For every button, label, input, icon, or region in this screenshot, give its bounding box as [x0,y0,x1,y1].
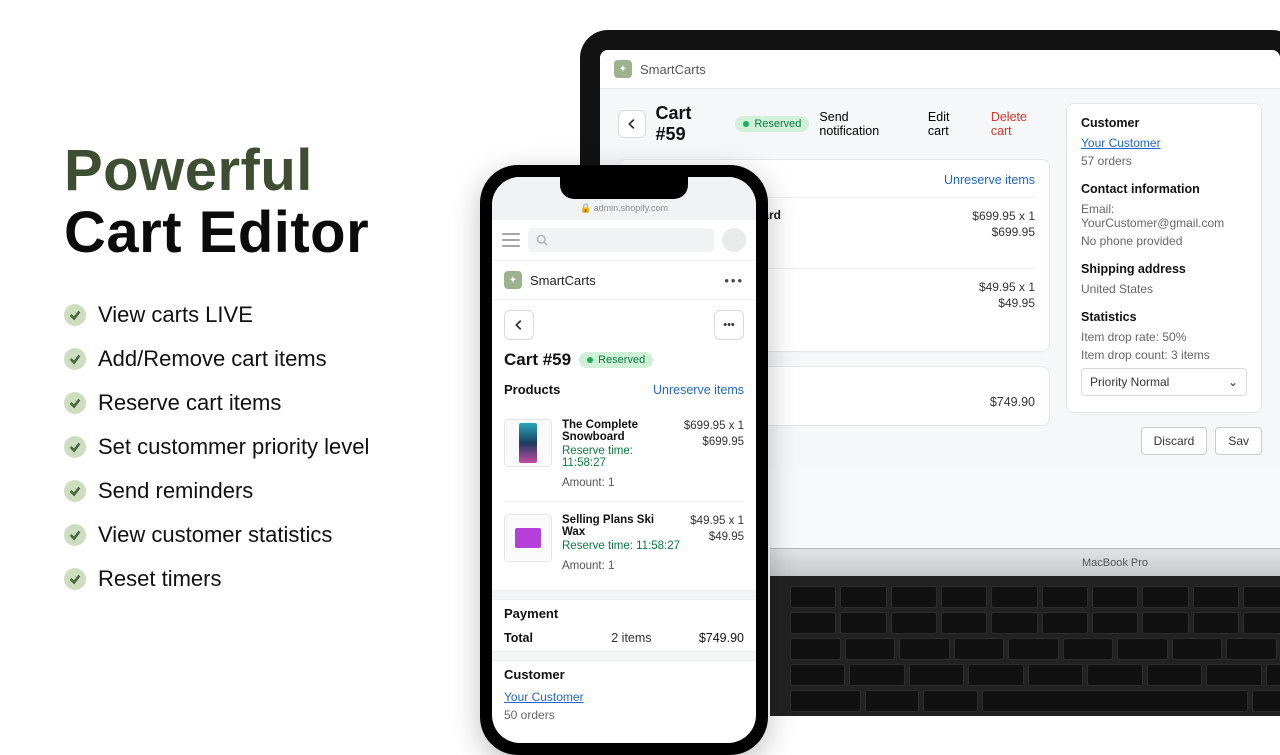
marketing-panel: Powerful Cart Editor View carts LIVE Add… [64,140,464,610]
priority-select[interactable]: Priority Normal ⌄ [1081,368,1247,396]
product-lineprice: $49.95 [979,295,1035,311]
customer-email: Email: YourCustomer@gmail.com [1081,202,1247,230]
payment-section: Payment Total 2 items $749.90 [504,606,744,645]
save-button[interactable]: Sav [1215,427,1262,455]
feature-item: Set custommer priority level [64,434,464,460]
app-titlebar: ✦ SmartCarts [600,50,1280,89]
headline-line1: Powerful [64,140,464,202]
edit-cart-link[interactable]: Edit cart [928,110,973,138]
product-pxq: $699.95 x 1 [972,208,1035,224]
shipping-heading: Shipping address [1081,262,1247,276]
drop-rate: Item drop rate: 50% [1081,330,1247,344]
feature-item: Reset timers [64,566,464,592]
feature-text: Set custommer priority level [98,434,369,460]
product-lineprice: $699.95 [684,435,744,451]
feature-list: View carts LIVE Add/Remove cart items Re… [64,302,464,592]
product-row: The Complete Snowboard Reserve time: 11:… [504,407,744,502]
headline: Powerful Cart Editor [64,140,464,264]
back-button[interactable] [618,110,646,138]
payment-heading: Payment [504,606,744,621]
unreserve-link[interactable]: Unreserve items [944,173,1035,187]
chevron-icon: ⌄ [1228,375,1238,389]
more-icon[interactable]: ••• [724,273,744,288]
cart-title: Cart #59 [504,350,571,370]
laptop-base: MacBook Pro [770,548,1280,718]
product-amount: Amount: 1 [562,477,674,489]
customer-heading: Customer [504,667,744,682]
customer-link[interactable]: Your Customer [1081,136,1161,150]
product-name: Selling Plans Ski Wax [562,514,680,538]
check-icon [64,304,86,326]
product-lineprice: $699.95 [972,224,1035,240]
product-thumb [504,514,552,562]
check-icon [64,348,86,370]
check-icon [64,524,86,546]
summary-total: $749.90 [990,395,1035,409]
search-input[interactable] [528,228,714,252]
app-name: SmartCarts [530,273,596,288]
product-pxq: $699.95 x 1 [684,419,744,435]
reserve-time: Reserve time: 11:58:27 [562,540,680,552]
discard-button[interactable]: Discard [1141,427,1208,455]
keyboard [770,576,1280,716]
customer-orders: 57 orders [1081,154,1247,168]
customer-link[interactable]: Your Customer [504,690,584,704]
headline-line2: Cart Editor [64,200,369,265]
customer-section: Customer Your Customer 50 orders [504,667,744,722]
app-name: SmartCarts [640,62,706,77]
product-row: Selling Plans Ski Wax Reserve time: 11:5… [504,502,744,584]
laptop-label: MacBook Pro [770,548,1280,576]
feature-text: Add/Remove cart items [98,346,327,372]
reserve-time: Reserve time: 11:58:27 [562,445,674,469]
feature-text: View carts LIVE [98,302,253,328]
feature-item: Send reminders [64,478,464,504]
product-lineprice: $49.95 [690,530,744,546]
delete-cart-link[interactable]: Delete cart [991,110,1050,138]
phone-app-titlebar: ✦ SmartCarts ••• [492,261,756,300]
product-pxq: $49.95 x 1 [690,514,744,530]
reserved-badge: Reserved [735,116,809,132]
check-icon [64,436,86,458]
feature-text: Send reminders [98,478,253,504]
product-amount: Amount: 1 [562,560,680,572]
cart-title: Cart #59 [656,103,726,145]
product-thumb [504,419,552,467]
check-icon [64,568,86,590]
stats-heading: Statistics [1081,310,1247,324]
feature-item: Add/Remove cart items [64,346,464,372]
app-icon: ✦ [614,60,632,78]
menu-icon[interactable] [502,233,520,247]
app-icon: ✦ [504,271,522,289]
feature-text: Reset timers [98,566,221,592]
products-heading: Products [504,382,560,397]
shipping-value: United States [1081,282,1247,296]
phone-toolbar [492,220,756,261]
customer-phone: No phone provided [1081,234,1247,248]
total-value: $749.90 [699,631,744,645]
send-notification-link[interactable]: Send notification [819,110,910,138]
reserved-badge: Reserved [579,352,653,368]
feature-item: View carts LIVE [64,302,464,328]
more-button[interactable]: ••• [714,310,744,340]
feature-item: Reserve cart items [64,390,464,416]
drop-count: Item drop count: 3 items [1081,348,1247,362]
total-label: Total [504,631,564,645]
check-icon [64,480,86,502]
check-icon [64,392,86,414]
feature-text: View customer statistics [98,522,332,548]
contact-heading: Contact information [1081,182,1247,196]
total-count: 2 items [564,631,699,645]
avatar[interactable] [722,228,746,252]
phone-device: 🔒 admin.shopify.com ✦ SmartCarts ••• ••• [480,165,768,755]
back-button[interactable] [504,310,534,340]
customer-heading: Customer [1081,116,1247,130]
phone-notch [560,177,688,199]
feature-text: Reserve cart items [98,390,281,416]
feature-item: View customer statistics [64,522,464,548]
product-name: The Complete Snowboard [562,419,674,443]
unreserve-link[interactable]: Unreserve items [653,383,744,397]
product-pxq: $49.95 x 1 [979,279,1035,295]
